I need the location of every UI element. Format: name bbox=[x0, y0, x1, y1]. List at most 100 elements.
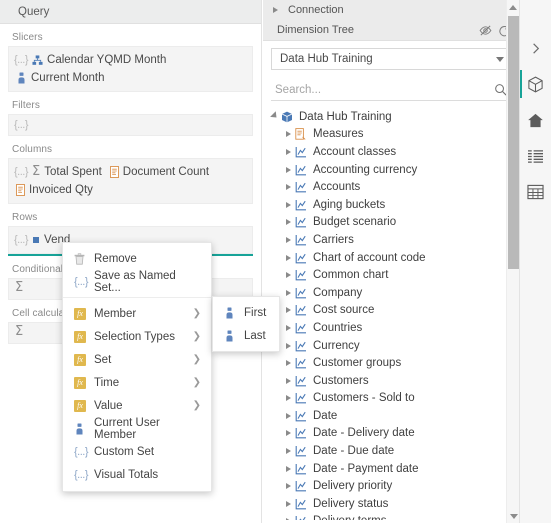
chevron-right-icon[interactable] bbox=[281, 360, 295, 367]
eye-off-icon[interactable] bbox=[479, 24, 492, 37]
chevron-right-icon[interactable] bbox=[281, 307, 295, 314]
context-submenu-item-first[interactable]: First bbox=[213, 301, 279, 324]
connection-bar[interactable]: Connection bbox=[263, 0, 519, 20]
chevron-right-icon[interactable] bbox=[281, 166, 295, 173]
tree-node[interactable]: Measures bbox=[263, 126, 519, 144]
chevron-down-icon[interactable] bbox=[267, 111, 281, 121]
chevron-right-icon[interactable] bbox=[281, 377, 295, 384]
dropzone-columns[interactable]: {...} Σ Total Spent Document Count Invoi… bbox=[8, 158, 253, 204]
chevron-right-icon[interactable] bbox=[281, 219, 295, 226]
tree-node[interactable]: Customers - Sold to bbox=[263, 390, 519, 408]
rail-item-cube[interactable] bbox=[520, 66, 551, 102]
chevron-right-icon[interactable] bbox=[281, 448, 295, 455]
dimension-tree[interactable]: Data Hub Training Measures Account classe… bbox=[263, 108, 519, 520]
rail-item-home[interactable] bbox=[520, 102, 551, 138]
tree-node[interactable]: Carriers bbox=[263, 231, 519, 249]
tree-node[interactable]: Date - Due date bbox=[263, 442, 519, 460]
chevron-right-icon[interactable] bbox=[281, 184, 295, 191]
chevron-right-icon[interactable] bbox=[281, 289, 295, 296]
application-window: Query Slicers {...} Calendar YQMD Month … bbox=[0, 0, 551, 523]
rail-item-list[interactable] bbox=[520, 138, 551, 174]
chevron-right-icon[interactable] bbox=[281, 395, 295, 402]
chevron-right-icon[interactable] bbox=[281, 412, 295, 419]
tree-node[interactable]: Currency bbox=[263, 337, 519, 355]
tree-node[interactable]: Date - Delivery date bbox=[263, 425, 519, 443]
chevron-right-icon[interactable] bbox=[281, 342, 295, 349]
rail-item-expand-panel[interactable] bbox=[520, 30, 551, 66]
tree-node[interactable]: Aging buckets bbox=[263, 196, 519, 214]
chevron-right-icon[interactable] bbox=[281, 254, 295, 261]
tree-node[interactable]: Cost source bbox=[263, 302, 519, 320]
chip-invoiced-qty[interactable]: Invoiced Qty bbox=[14, 181, 99, 199]
chevron-right-icon[interactable] bbox=[281, 483, 295, 490]
tree-node[interactable]: Chart of account code bbox=[263, 249, 519, 267]
chip-calendar-yqmd-month[interactable]: Calendar YQMD Month bbox=[30, 51, 172, 69]
context-menu-item-custom-set[interactable]: {...} Custom Set bbox=[63, 440, 211, 463]
dimension-icon bbox=[295, 392, 312, 404]
tree-node[interactable]: Account classes bbox=[263, 143, 519, 161]
context-menu-item-remove[interactable]: Remove bbox=[63, 247, 211, 270]
tree-node[interactable]: Accounts bbox=[263, 178, 519, 196]
dropzone-slicers[interactable]: {...} Calendar YQMD Month Current Month bbox=[8, 46, 253, 92]
chevron-right-icon[interactable] bbox=[281, 236, 295, 243]
tree-node[interactable]: Delivery terms bbox=[263, 513, 519, 520]
context-menu-item-set[interactable]: fx Set ❯ bbox=[63, 348, 211, 371]
chevron-right-icon: ❯ bbox=[192, 354, 201, 365]
context-submenu-item-last[interactable]: Last bbox=[213, 324, 279, 347]
chevron-right-icon[interactable] bbox=[281, 131, 295, 138]
tree-node[interactable]: Company bbox=[263, 284, 519, 302]
chip-current-month[interactable]: Current Month bbox=[14, 69, 111, 87]
context-menu-item-save-as-named-set[interactable]: {...} Save as Named Set... bbox=[63, 269, 211, 294]
section-slicers: Slicers {...} Calendar YQMD Month Curren… bbox=[0, 29, 261, 92]
dropzone-filters[interactable]: {...} bbox=[8, 114, 253, 136]
user-member-icon bbox=[224, 330, 244, 342]
context-menu-item-member[interactable]: fx Member ❯ bbox=[63, 302, 211, 325]
context-menu-item-selection-types[interactable]: fx Selection Types ❯ bbox=[63, 325, 211, 348]
context-menu-item-value[interactable]: fx Value ❯ bbox=[63, 394, 211, 417]
chevron-right-icon[interactable] bbox=[281, 518, 295, 520]
tree-node[interactable]: Budget scenario bbox=[263, 214, 519, 232]
context-menu-item-visual-totals[interactable]: {...} Visual Totals bbox=[63, 463, 211, 486]
tree-node[interactable]: Common chart bbox=[263, 266, 519, 284]
chevron-down-icon[interactable] bbox=[496, 56, 504, 62]
dimension-tree-scrollbar[interactable] bbox=[506, 0, 519, 523]
context-menu-item-current-user-member[interactable]: Current User Member bbox=[63, 417, 211, 441]
dimension-icon bbox=[295, 164, 312, 176]
tree-node[interactable]: Delivery priority bbox=[263, 477, 519, 495]
chevron-right-icon[interactable] bbox=[268, 7, 282, 13]
scroll-up-button[interactable] bbox=[507, 0, 519, 14]
tree-node[interactable]: Customer groups bbox=[263, 354, 519, 372]
tree-node[interactable]: Date - Payment date bbox=[263, 460, 519, 478]
tree-node[interactable]: Accounting currency bbox=[263, 161, 519, 179]
chevron-right-icon[interactable] bbox=[281, 148, 295, 155]
dimension-icon bbox=[295, 181, 312, 193]
chip-label: Total Spent bbox=[44, 166, 102, 178]
dimension-icon bbox=[295, 304, 312, 316]
tree-node[interactable]: Customers bbox=[263, 372, 519, 390]
context-menu-item-label: Save as Named Set... bbox=[94, 269, 176, 294]
chevron-right-icon[interactable] bbox=[281, 272, 295, 279]
tree-node-label: Accounts bbox=[313, 181, 361, 194]
context-menu-item-label: Remove bbox=[94, 252, 137, 265]
chevron-right-icon[interactable] bbox=[281, 465, 295, 472]
chevron-right-icon[interactable] bbox=[281, 324, 295, 331]
context-menu-item-time[interactable]: fx Time ❯ bbox=[63, 371, 211, 394]
tree-node[interactable]: Delivery status bbox=[263, 495, 519, 513]
dimension-icon bbox=[295, 375, 312, 387]
rail-item-grid[interactable] bbox=[520, 174, 551, 210]
chevron-right-icon[interactable] bbox=[281, 430, 295, 437]
tree-node[interactable]: Countries bbox=[263, 319, 519, 337]
dimension-icon bbox=[295, 199, 312, 211]
chevron-right-icon[interactable] bbox=[281, 500, 295, 507]
scrollbar-thumb[interactable] bbox=[508, 16, 519, 269]
search-input[interactable] bbox=[275, 83, 494, 96]
cube-select[interactable]: Data Hub Training bbox=[271, 48, 511, 70]
tree-node-root[interactable]: Data Hub Training bbox=[263, 108, 519, 126]
chevron-right-icon[interactable] bbox=[281, 201, 295, 208]
search-box[interactable] bbox=[271, 79, 511, 101]
tree-node[interactable]: Date bbox=[263, 407, 519, 425]
braces-placeholder: {...} bbox=[14, 234, 29, 246]
chip-document-count[interactable]: Document Count bbox=[108, 163, 215, 181]
chip-total-spent[interactable]: Σ Total Spent bbox=[30, 163, 108, 181]
grid-icon bbox=[527, 184, 544, 200]
